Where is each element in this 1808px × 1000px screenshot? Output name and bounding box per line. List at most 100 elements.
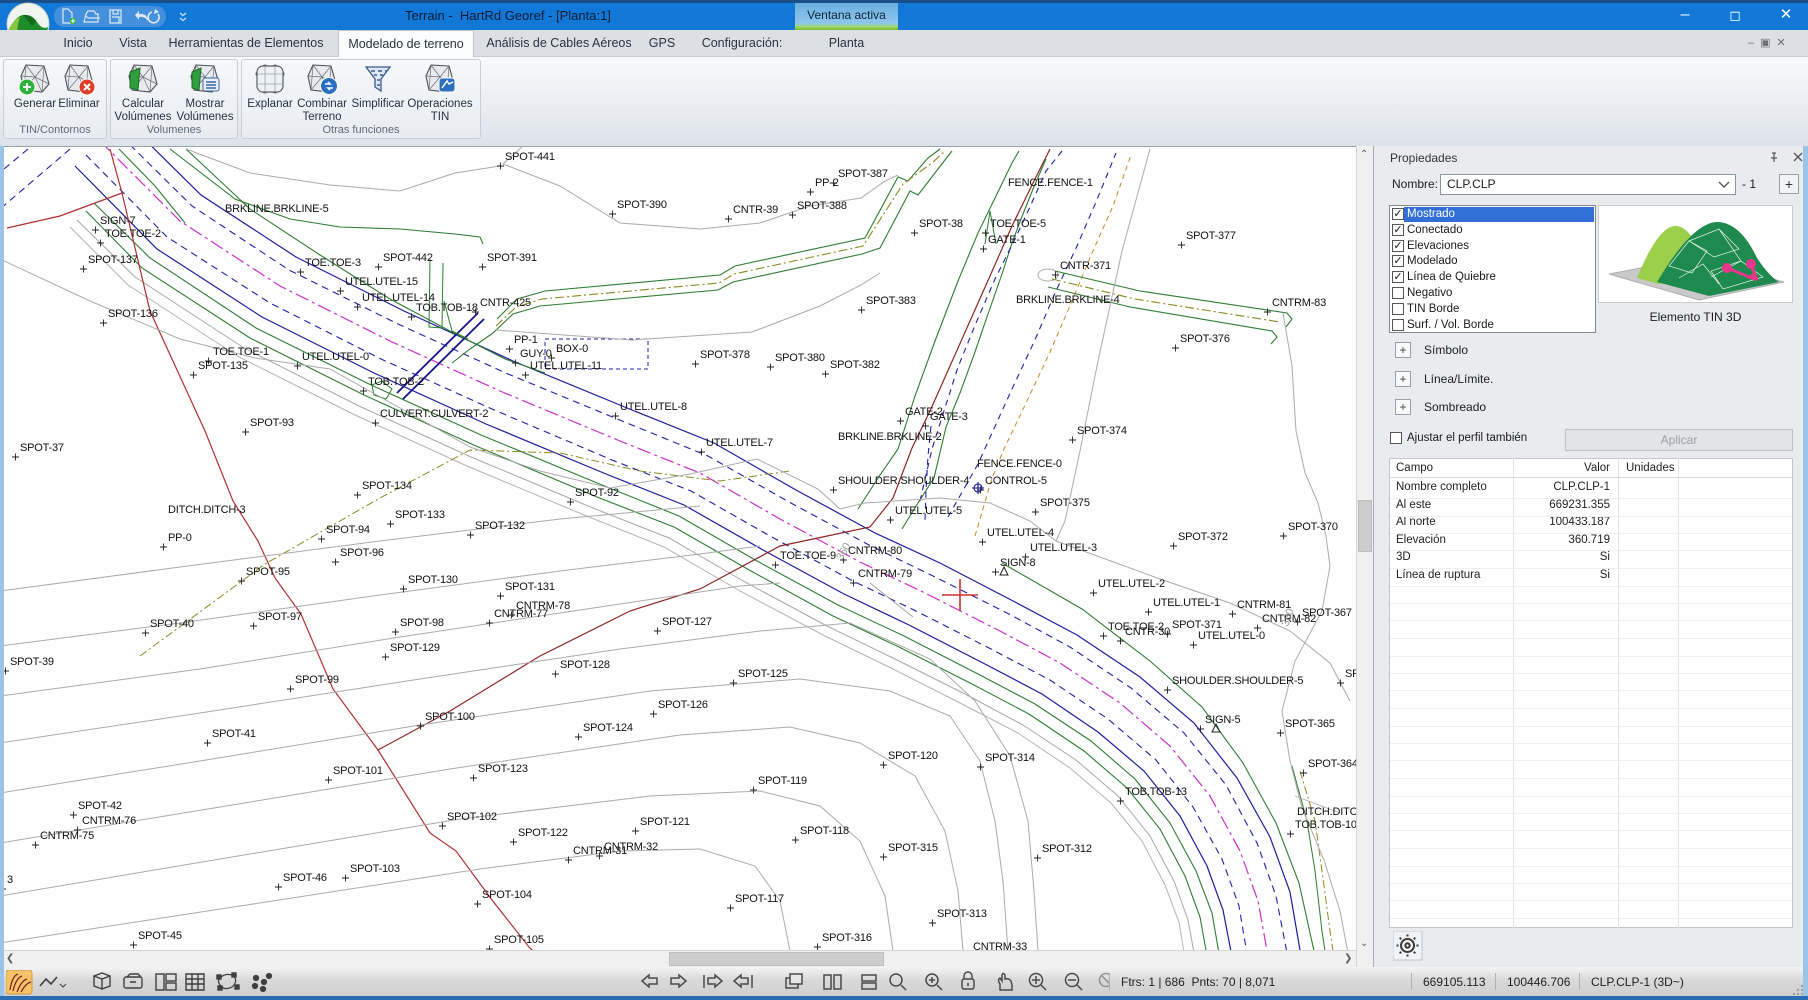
svg-text:SIGN-7: SIGN-7 [100, 215, 136, 227]
svg-text:SPOT-92: SPOT-92 [575, 487, 619, 499]
svg-text:SIGN-5: SIGN-5 [1205, 714, 1241, 726]
svg-text:SPOT-38: SPOT-38 [919, 218, 963, 230]
svg-text:SPOT-101: SPOT-101 [333, 765, 383, 777]
svg-text:SPOT-125: SPOT-125 [738, 668, 788, 680]
svg-text:SPOT-129: SPOT-129 [390, 642, 440, 654]
svg-text:CNTRM-79: CNTRM-79 [858, 568, 912, 580]
svg-text:SPOT-130: SPOT-130 [408, 574, 458, 586]
svg-text:SPOT-312: SPOT-312 [1042, 843, 1092, 855]
svg-text:SPOT-375: SPOT-375 [1040, 497, 1090, 509]
svg-text:SPOT-383: SPOT-383 [866, 295, 916, 307]
svg-text:SPOT-103: SPOT-103 [350, 863, 400, 875]
svg-text:SPOT-93: SPOT-93 [250, 417, 294, 429]
svg-text:TOB.TOB-18: TOB.TOB-18 [416, 302, 478, 314]
svg-text:BRKLINE.BRKLINE-4: BRKLINE.BRKLINE-4 [1016, 294, 1120, 306]
svg-text:SPOT-135: SPOT-135 [198, 360, 248, 372]
svg-text:UTEL.UTEL-11: UTEL.UTEL-11 [530, 360, 602, 372]
svg-text:SPOT-314: SPOT-314 [985, 752, 1035, 764]
svg-text:DITCH.DITCH-3: DITCH.DITCH-3 [168, 504, 246, 516]
svg-text:CNTR-371: CNTR-371 [1060, 260, 1111, 272]
svg-text:SPOT-120: SPOT-120 [888, 750, 938, 762]
svg-text:SPOT-96: SPOT-96 [340, 547, 384, 559]
svg-text:UTEL.UTEL-7: UTEL.UTEL-7 [706, 437, 773, 449]
svg-text:SPOT-41: SPOT-41 [212, 728, 256, 740]
svg-text:SPOT-313: SPOT-313 [937, 908, 987, 920]
svg-text:SPOT-133: SPOT-133 [395, 509, 445, 521]
svg-text:SPOT-104: SPOT-104 [482, 889, 532, 901]
svg-text:CNTR-425: CNTR-425 [480, 297, 531, 309]
svg-text:CNTRM-80: CNTRM-80 [848, 545, 902, 557]
svg-text:SPOT-118: SPOT-118 [800, 825, 849, 837]
svg-text:SPOT-376: SPOT-376 [1180, 333, 1230, 345]
svg-text:UTEL.UTEL-0: UTEL.UTEL-0 [302, 351, 369, 363]
svg-text:SPOT-98: SPOT-98 [400, 617, 444, 629]
svg-text:SIGN-8: SIGN-8 [1000, 557, 1036, 569]
svg-text:SPOT-364: SPOT-364 [1308, 758, 1356, 770]
svg-text:DITCH.DITCH-8: DITCH.DITCH-8 [1297, 806, 1356, 818]
svg-text:SPOT-123: SPOT-123 [478, 763, 528, 775]
svg-text:UTEL.UTEL-4: UTEL.UTEL-4 [987, 527, 1054, 539]
svg-text:TOE.TOE-5: TOE.TOE-5 [990, 218, 1046, 230]
svg-text:SPOT-121: SPOT-121 [640, 816, 690, 828]
svg-text:SPOT-377: SPOT-377 [1186, 230, 1236, 242]
svg-text:TOE.TOE-9: TOE.TOE-9 [780, 550, 836, 562]
svg-text:SPOT-100: SPOT-100 [425, 711, 475, 723]
svg-text:SPOT-137: SPOT-137 [88, 254, 138, 266]
svg-text:SPOT-39: SPOT-39 [10, 656, 54, 668]
svg-text:BOX-0: BOX-0 [556, 343, 588, 355]
svg-text:SPOT-97: SPOT-97 [258, 611, 302, 623]
svg-text:SPOT-40: SPOT-40 [150, 618, 194, 630]
svg-text:CNTRM-77: CNTRM-77 [494, 608, 548, 620]
svg-text:SPOT-127: SPOT-127 [662, 616, 712, 628]
svg-text:SPOT-131: SPOT-131 [505, 581, 555, 593]
svg-text:SPOT-126: SPOT-126 [658, 699, 708, 711]
svg-text:SPOT-365: SPOT-365 [1285, 718, 1335, 730]
svg-text:SPOT-382: SPOT-382 [830, 359, 880, 371]
svg-text:SPOT-441: SPOT-441 [505, 151, 555, 163]
svg-text:SPOT-372: SPOT-372 [1178, 531, 1228, 543]
svg-text:SPOT-117: SPOT-117 [735, 893, 784, 905]
svg-text:CNTRM-33: CNTRM-33 [973, 941, 1027, 950]
svg-text:UTEL.UTEL-8: UTEL.UTEL-8 [620, 401, 687, 413]
svg-text:SPOT-442: SPOT-442 [383, 252, 433, 264]
svg-text:GATE-1: GATE-1 [988, 234, 1026, 246]
svg-text:PP-2: PP-2 [815, 177, 839, 189]
svg-text:SPOT-374: SPOT-374 [1077, 425, 1127, 437]
svg-text:SPOT-119: SPOT-119 [758, 775, 807, 787]
svg-text:CONTROL-5: CONTROL-5 [985, 475, 1047, 487]
svg-text:GATE-3: GATE-3 [930, 411, 968, 423]
svg-text:CNTRM-76: CNTRM-76 [82, 815, 136, 827]
svg-text:SP: SP [1345, 668, 1356, 680]
svg-text:TOB.TOB-10: TOB.TOB-10 [1295, 819, 1356, 831]
svg-text:UTEL.UTEL-3: UTEL.UTEL-3 [1030, 542, 1097, 554]
svg-text:SPOT-378: SPOT-378 [700, 349, 750, 361]
svg-text:TOE.TOE-2: TOE.TOE-2 [105, 228, 161, 240]
svg-text:SPOT-45: SPOT-45 [138, 930, 182, 942]
svg-text:TOB.TOB-13: TOB.TOB-13 [1125, 786, 1187, 798]
svg-text:UTEL.UTEL-5: UTEL.UTEL-5 [895, 505, 962, 517]
svg-text:SPOT-134: SPOT-134 [362, 480, 412, 492]
svg-text:CNTR-39: CNTR-39 [733, 204, 778, 216]
svg-text:SPOT-37: SPOT-37 [20, 442, 64, 454]
svg-text:BRKLINE.BRKLINE-2: BRKLINE.BRKLINE-2 [838, 431, 942, 443]
svg-text:SHOULDER.SHOULDER-5: SHOULDER.SHOULDER-5 [1172, 675, 1303, 687]
svg-text:FENCE.FENCE-0: FENCE.FENCE-0 [977, 458, 1062, 470]
svg-text:UTEL.UTEL-2: UTEL.UTEL-2 [1098, 578, 1165, 590]
svg-text:SPOT-370: SPOT-370 [1288, 521, 1338, 533]
svg-text:CULVERT.CULVERT-2: CULVERT.CULVERT-2 [380, 408, 488, 420]
svg-text:TOB.TOB-2: TOB.TOB-2 [368, 376, 424, 388]
svg-text:SPOT-132: SPOT-132 [475, 520, 525, 532]
svg-text:SPOT-42: SPOT-42 [78, 800, 122, 812]
svg-text:CNTRM-31: CNTRM-31 [573, 845, 627, 857]
svg-text:SPOT-391: SPOT-391 [487, 252, 537, 264]
svg-text:SPOT-95: SPOT-95 [246, 566, 290, 578]
svg-text:SPOT-387: SPOT-387 [838, 168, 888, 180]
svg-text:UTEL.UTEL-0: UTEL.UTEL-0 [1198, 630, 1265, 642]
svg-text:UTEL.UTEL-1: UTEL.UTEL-1 [1153, 597, 1220, 609]
svg-text:BRKLINE.BRKLINE-5: BRKLINE.BRKLINE-5 [225, 203, 329, 215]
svg-text:SPOT-105: SPOT-105 [494, 934, 544, 946]
svg-text:PP-0: PP-0 [168, 532, 192, 544]
svg-text:SPOT-316: SPOT-316 [822, 932, 872, 944]
svg-text:SPOT-380: SPOT-380 [775, 352, 825, 364]
svg-text:SPOT-315: SPOT-315 [888, 842, 938, 854]
